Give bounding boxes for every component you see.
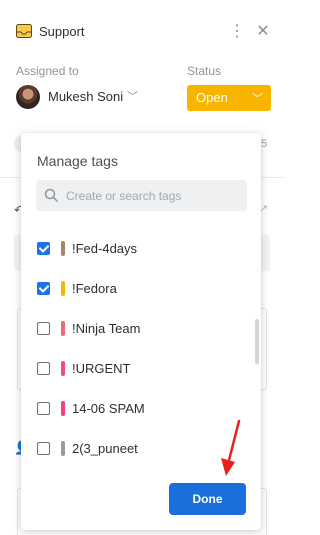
tag-search-box[interactable] bbox=[36, 180, 247, 211]
assignee-name[interactable]: Mukesh Soni bbox=[48, 89, 123, 104]
status-dropdown[interactable]: Open ﹀ bbox=[187, 85, 271, 111]
checkbox-unchecked[interactable] bbox=[37, 442, 50, 455]
chevron-down-icon: ﹀ bbox=[252, 93, 263, 105]
tag-option[interactable]: 2(3_puneet bbox=[21, 429, 249, 469]
status-value: Open bbox=[196, 90, 228, 105]
assigned-to-label: Assigned to bbox=[16, 64, 79, 78]
checkbox-unchecked[interactable] bbox=[37, 402, 50, 415]
inbox-icon bbox=[16, 24, 32, 38]
close-icon[interactable]: ✕ bbox=[254, 21, 272, 43]
tag-color-swatch bbox=[61, 241, 65, 256]
manage-tags-title: Manage tags bbox=[37, 153, 118, 169]
more-options-icon[interactable]: ⋮ bbox=[229, 21, 245, 43]
tag-option[interactable]: !Ninja Team bbox=[21, 309, 249, 349]
checkbox-checked[interactable] bbox=[37, 282, 50, 295]
avatar bbox=[16, 85, 40, 109]
tag-name: !Fed-4days bbox=[72, 241, 138, 256]
checkbox-checked[interactable] bbox=[37, 242, 50, 255]
tag-option[interactable]: !Fedora bbox=[21, 269, 249, 309]
tag-name: 14-06 SPAM bbox=[72, 401, 145, 416]
tag-color-swatch bbox=[61, 361, 65, 376]
tag-option[interactable]: !URGENT bbox=[21, 349, 249, 389]
partial-number: 5 bbox=[261, 138, 268, 150]
tag-color-swatch bbox=[61, 281, 65, 296]
chevron-down-icon[interactable]: ﹀ bbox=[127, 88, 138, 104]
tag-name: !URGENT bbox=[72, 361, 131, 376]
tag-color-swatch bbox=[61, 401, 65, 416]
done-button[interactable]: Done bbox=[169, 483, 246, 515]
checkbox-unchecked[interactable] bbox=[37, 362, 50, 375]
scrollbar[interactable] bbox=[255, 319, 259, 364]
tag-color-swatch bbox=[61, 321, 65, 336]
panel-title: Support bbox=[39, 24, 85, 39]
checkbox-unchecked[interactable] bbox=[37, 322, 50, 335]
tag-name: !Fedora bbox=[72, 281, 117, 296]
tag-color-swatch bbox=[61, 441, 65, 456]
status-label: Status bbox=[187, 64, 222, 78]
tag-name: 2(3_puneet bbox=[72, 441, 138, 456]
tag-search-input[interactable] bbox=[66, 180, 241, 211]
tag-option[interactable]: 14-06 SPAM bbox=[21, 389, 249, 429]
tag-option[interactable]: !Fed-4days bbox=[21, 229, 249, 269]
tag-name: !Ninja Team bbox=[72, 321, 141, 336]
search-icon bbox=[44, 188, 58, 202]
annotation-arrow bbox=[221, 419, 241, 476]
